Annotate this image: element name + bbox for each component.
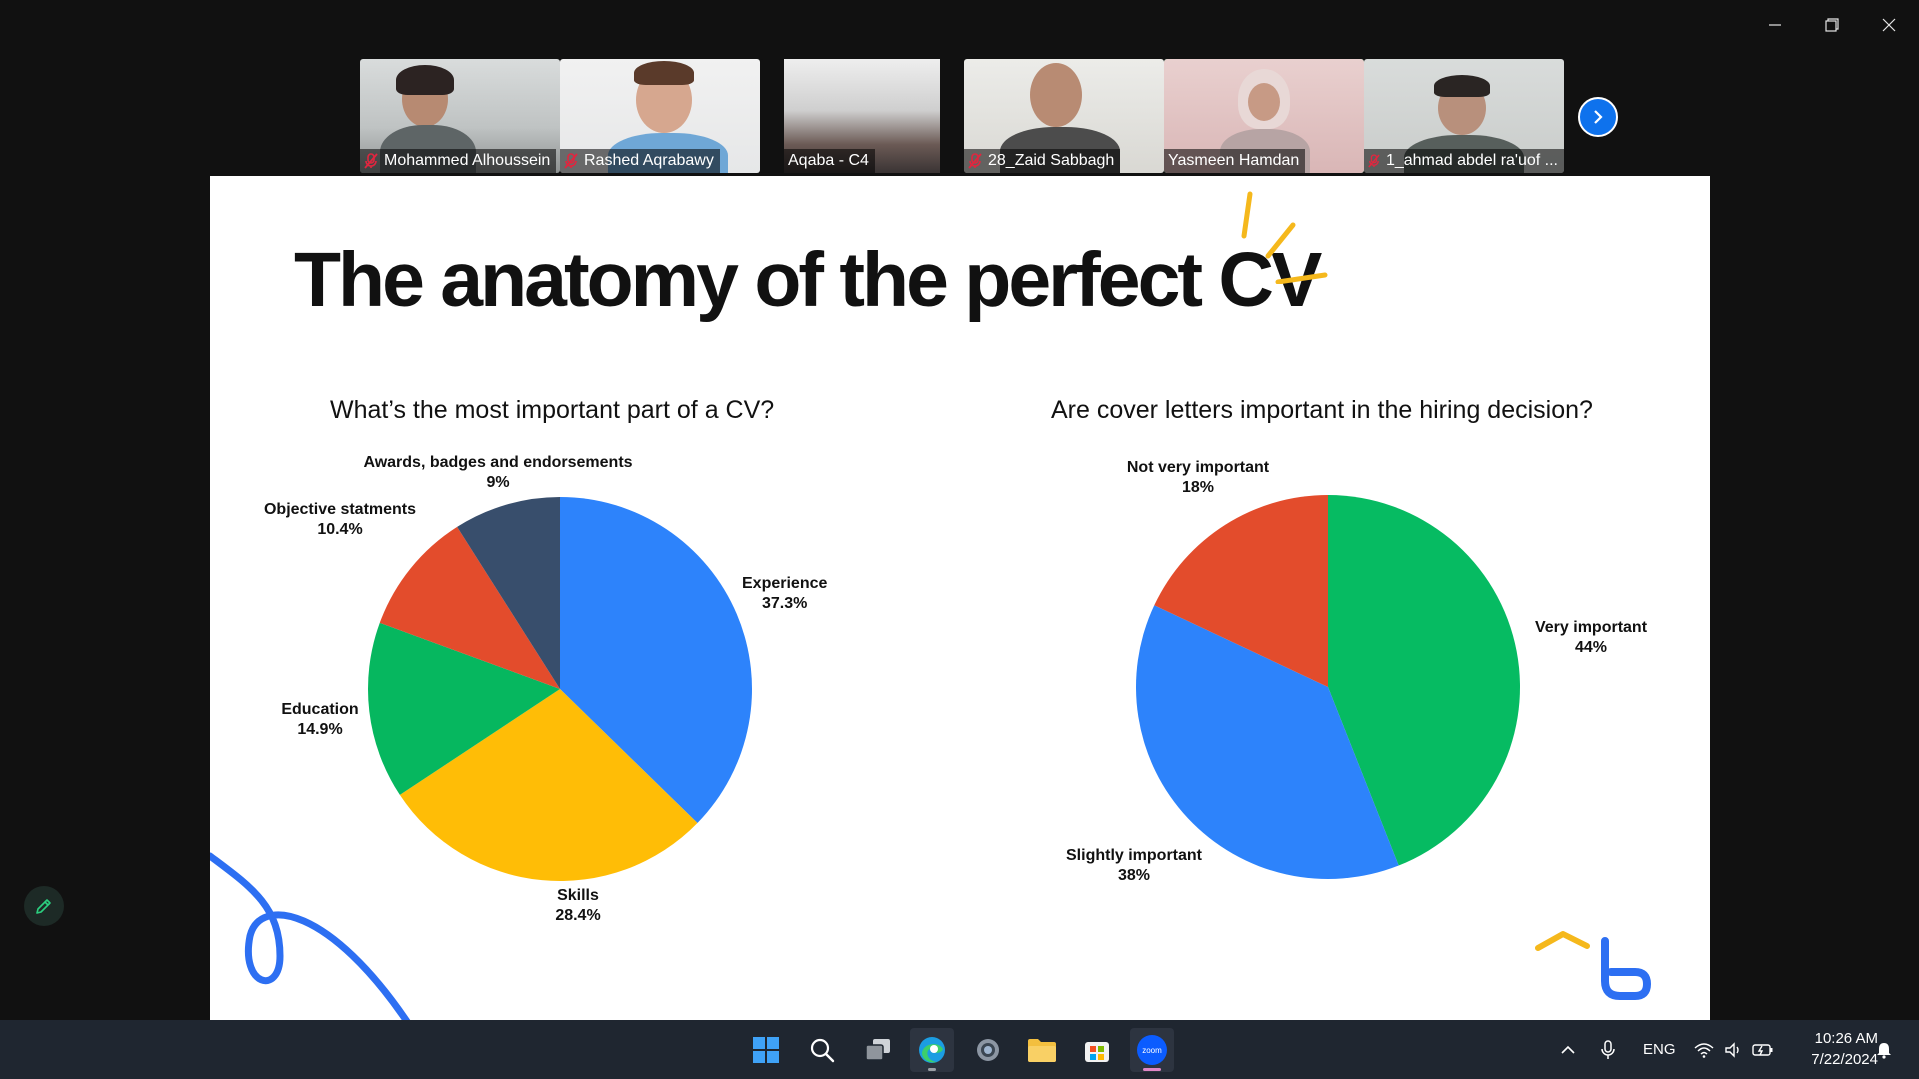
edge-taskbar-button[interactable] bbox=[910, 1028, 954, 1072]
annotate-button[interactable] bbox=[24, 886, 64, 926]
pie2-label-slightly-important: Slightly important 38% bbox=[1066, 847, 1202, 884]
participant-video-strip: Mohammed Alhoussein Rashed Aqrabawy Aqab… bbox=[360, 59, 1564, 173]
gear-icon bbox=[977, 1039, 999, 1061]
task-view-icon bbox=[865, 1039, 890, 1061]
minimize-icon bbox=[1769, 24, 1781, 26]
volume-icon bbox=[1725, 1041, 1739, 1058]
participant-name-tag: Aqaba - C4 bbox=[784, 149, 875, 173]
participant-tile[interactable]: 1_ahmad abdel ra'uof ... bbox=[1364, 59, 1564, 173]
store-icon bbox=[1085, 1042, 1109, 1062]
brand-logo bbox=[1535, 931, 1651, 1000]
pencil-icon bbox=[36, 899, 51, 914]
muted-mic-icon bbox=[364, 153, 378, 169]
participant-name-tag: 28_Zaid Sabbagh bbox=[964, 149, 1121, 173]
clock-date: 7/22/2024 bbox=[1811, 1051, 1878, 1068]
participant-tile[interactable]: Rashed Aqrabawy bbox=[560, 59, 760, 173]
minimize-button[interactable] bbox=[1752, 10, 1798, 40]
restore-icon bbox=[1825, 18, 1839, 32]
search-icon bbox=[810, 1038, 835, 1063]
participant-tile-active-speaker[interactable]: Yasmeen Hamdan bbox=[1164, 59, 1364, 173]
muted-mic-icon bbox=[564, 153, 578, 169]
windows-logo-icon bbox=[753, 1037, 779, 1063]
chevron-right-icon bbox=[1594, 110, 1603, 124]
settings-taskbar-button[interactable] bbox=[966, 1028, 1010, 1072]
file-explorer-button[interactable] bbox=[1020, 1028, 1064, 1072]
muted-mic-icon bbox=[968, 153, 982, 169]
taskbar-clock[interactable]: 10:26 AM 7/22/2024 bbox=[1790, 1028, 1878, 1070]
task-view-button[interactable] bbox=[856, 1028, 900, 1072]
battery-charging-icon bbox=[1752, 1043, 1773, 1056]
swirl-decoration bbox=[210, 852, 411, 1020]
pie-chart-cover-letters bbox=[1136, 495, 1521, 879]
wifi-icon bbox=[1694, 1042, 1714, 1058]
close-icon bbox=[1882, 18, 1896, 32]
microphone-icon bbox=[1601, 1039, 1615, 1059]
folder-icon bbox=[1028, 1039, 1056, 1062]
zoom-taskbar-button[interactable]: zoom bbox=[1130, 1028, 1174, 1072]
notifications-button[interactable] bbox=[1875, 1020, 1893, 1079]
participant-name-tag: Rashed Aqrabawy bbox=[560, 149, 720, 173]
system-status-group[interactable] bbox=[1694, 1020, 1774, 1079]
search-button[interactable] bbox=[800, 1028, 844, 1072]
pie2-label-very-important: Very important 44% bbox=[1534, 619, 1648, 656]
chevron-up-icon bbox=[1561, 1045, 1575, 1054]
zoom-app-icon: zoom bbox=[1137, 1035, 1167, 1065]
microphone-tray-button[interactable] bbox=[1601, 1020, 1615, 1079]
participant-name-tag: Mohammed Alhoussein bbox=[360, 149, 557, 173]
start-button[interactable] bbox=[744, 1028, 788, 1072]
shared-screen-slide: The anatomy of the perfect CV What’s the… bbox=[210, 176, 1710, 1020]
close-button[interactable] bbox=[1866, 10, 1912, 40]
microsoft-store-button[interactable] bbox=[1075, 1028, 1119, 1072]
muted-mic-icon bbox=[1368, 154, 1380, 168]
windows-taskbar: zoom ENG 10:26 AM 7/22/2024 bbox=[0, 1020, 1919, 1079]
participant-tile[interactable]: Aqaba - C4 bbox=[760, 59, 964, 173]
show-hidden-icons-button[interactable] bbox=[1560, 1020, 1576, 1079]
participant-tile[interactable]: 28_Zaid Sabbagh bbox=[964, 59, 1164, 173]
language-indicator[interactable]: ENG bbox=[1643, 1020, 1676, 1079]
next-participants-button[interactable] bbox=[1578, 97, 1618, 137]
clock-time: 10:26 AM bbox=[1814, 1030, 1878, 1047]
pie2-label-not-very-important: Not very important 18% bbox=[1126, 459, 1270, 496]
participant-name-tag: 1_ahmad abdel ra'uof ... bbox=[1364, 149, 1564, 173]
edge-browser-icon bbox=[919, 1037, 945, 1063]
restore-button[interactable] bbox=[1809, 10, 1855, 40]
zoom-meeting-window: Mohammed Alhoussein Rashed Aqrabawy Aqab… bbox=[0, 0, 1919, 1020]
notification-bell-icon bbox=[1877, 1042, 1891, 1059]
participant-tile[interactable]: Mohammed Alhoussein bbox=[360, 59, 560, 173]
participant-name-tag: Yasmeen Hamdan bbox=[1164, 149, 1306, 173]
